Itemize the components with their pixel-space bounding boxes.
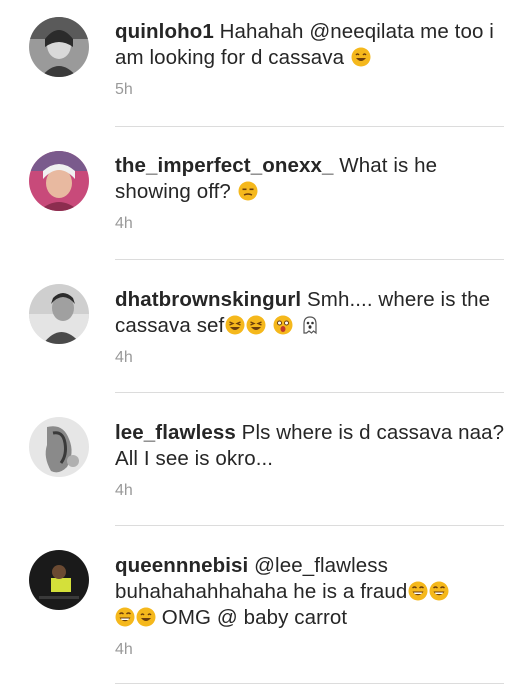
comment-username[interactable]: the_imperfect_onexx_ <box>115 154 333 177</box>
laughing-face-icon <box>246 315 266 335</box>
smiling-face-icon <box>351 47 371 67</box>
divider <box>115 392 504 393</box>
comment-body: OMG @ baby carrot <box>156 606 348 629</box>
laughing-face-icon <box>115 607 135 627</box>
laughing-face-icon <box>429 581 449 601</box>
divider <box>115 259 504 260</box>
comment-text: the_imperfect_onexx_ What is he showing … <box>115 153 507 205</box>
avatar[interactable] <box>29 284 89 344</box>
comment-username[interactable]: dhatbrownskingurl <box>115 288 301 311</box>
mention-link[interactable]: @lee_flawless <box>248 554 388 577</box>
comment-username[interactable]: quinloho1 <box>115 20 214 43</box>
comment-text: quinloho1 Hahahah @neeqilata me too i am… <box>115 19 507 71</box>
divider <box>115 525 504 526</box>
smiling-face-icon <box>136 607 156 627</box>
laughing-face-icon <box>225 315 245 335</box>
astonished-face-icon <box>273 315 293 335</box>
comment-username[interactable]: queennnebisi <box>115 554 248 577</box>
comment-text: lee_flawless Pls where is d cassava naa?… <box>115 420 507 472</box>
divider <box>115 126 504 127</box>
comment-text: queennnebisi @lee_flawless buhahahahhaha… <box>115 553 507 631</box>
avatar[interactable] <box>29 17 89 77</box>
comment-body: Hahahah <box>213 20 310 43</box>
divider <box>115 683 504 684</box>
laughing-face-icon <box>408 581 428 601</box>
comment-timestamp: 5h <box>115 81 133 98</box>
unamused-face-icon <box>238 181 258 201</box>
comment-timestamp: 4h <box>115 349 133 366</box>
ghost-icon <box>300 315 320 335</box>
comment-body: buhahahahhahaha he is a fraud <box>115 580 408 603</box>
comment-timestamp: 4h <box>115 215 133 232</box>
mention-link[interactable]: @neeqilata <box>309 20 414 43</box>
comment-timestamp: 4h <box>115 641 133 658</box>
avatar[interactable] <box>29 151 89 211</box>
comment-username[interactable]: lee_flawless <box>115 421 236 444</box>
comment-text: dhatbrownskingurl Smh.... where is the c… <box>115 287 507 339</box>
avatar[interactable] <box>29 550 89 610</box>
avatar[interactable] <box>29 417 89 477</box>
comment-timestamp: 4h <box>115 482 133 499</box>
